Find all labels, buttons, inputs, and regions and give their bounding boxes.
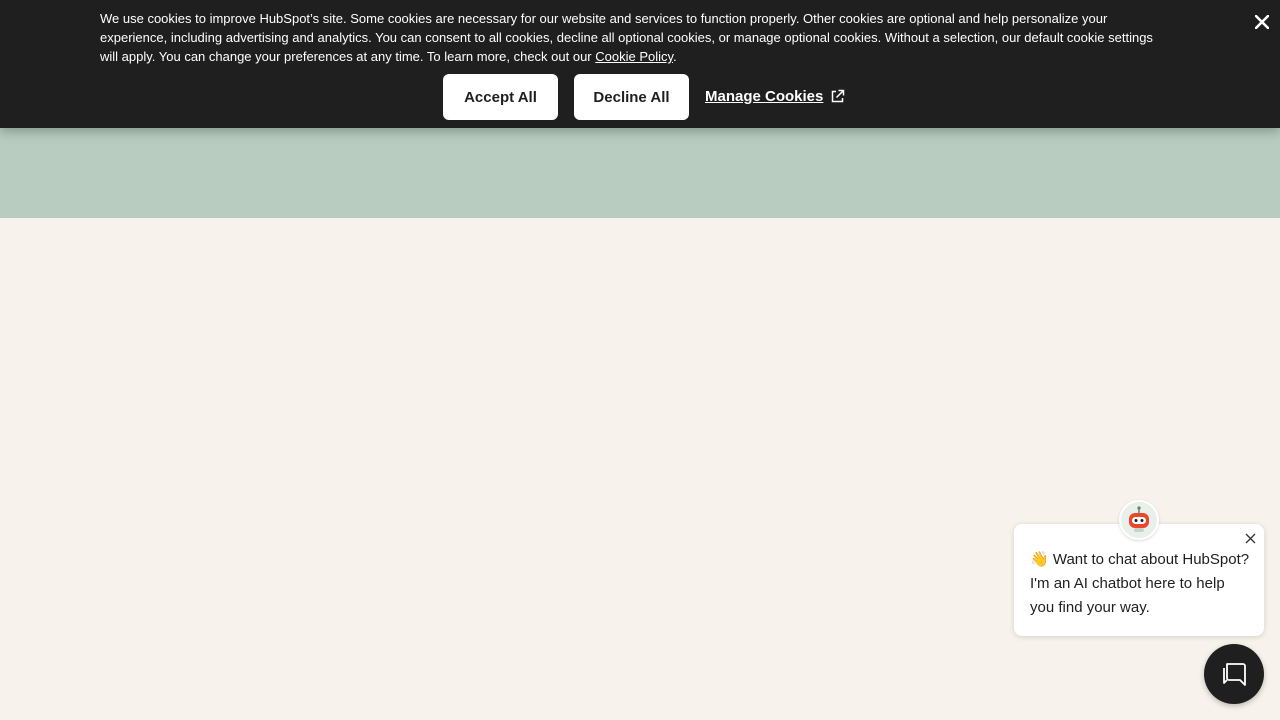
- decline-all-button[interactable]: Decline All: [574, 74, 689, 120]
- robot-icon: [1129, 506, 1149, 532]
- chat-icon: [1223, 663, 1246, 686]
- chat-launcher-button[interactable]: [1204, 644, 1264, 704]
- close-banner-button[interactable]: [1250, 10, 1274, 34]
- external-link-icon: [830, 89, 845, 104]
- chat-prompt-bubble[interactable]: 👋 Want to chat about HubSpot? I'm an AI …: [1014, 524, 1264, 636]
- cookie-policy-link[interactable]: Cookie Policy: [595, 49, 673, 64]
- cookie-message-end: .: [673, 49, 677, 64]
- close-icon: [1255, 15, 1269, 29]
- hero-band: [0, 128, 1280, 218]
- manage-cookies-link[interactable]: Manage Cookies: [705, 88, 845, 105]
- cookie-banner: We use cookies to improve HubSpot’s site…: [0, 0, 1280, 128]
- chatbot-avatar: [1119, 500, 1159, 540]
- chat-message: 👋 Want to chat about HubSpot? I'm an AI …: [1030, 548, 1252, 620]
- cookie-message: We use cookies to improve HubSpot’s site…: [100, 9, 1160, 66]
- accept-all-button[interactable]: Accept All: [443, 74, 558, 120]
- close-icon: [1245, 533, 1255, 543]
- wave-emoji: 👋: [1030, 551, 1049, 568]
- cookie-actions: Accept All Decline All Manage Cookies: [443, 74, 845, 120]
- chat-message-text: Want to chat about HubSpot? I'm an AI ch…: [1030, 551, 1250, 616]
- chat-close-button[interactable]: [1242, 530, 1258, 546]
- manage-cookies-label: Manage Cookies: [705, 87, 824, 105]
